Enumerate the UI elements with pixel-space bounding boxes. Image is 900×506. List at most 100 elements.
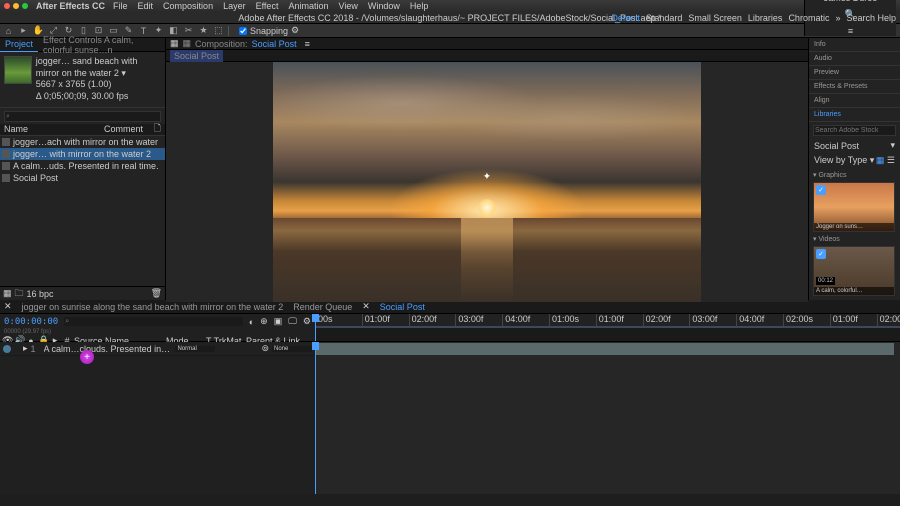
tl-icon[interactable]: ⊕ [260, 316, 268, 327]
snapping-toggle[interactable]: Snapping ⚙ [239, 25, 299, 36]
project-bin[interactable]: jogger…ach with mirror on the water jogg… [0, 136, 165, 286]
tl-icon[interactable]: ▣ [274, 316, 283, 327]
asset-thumbnail[interactable] [4, 56, 32, 84]
menu-view[interactable]: View [338, 1, 357, 11]
eraser-tool[interactable]: ✂ [183, 25, 194, 36]
selection-tool[interactable]: ▸ [18, 25, 29, 36]
interpret-icon[interactable]: ▦ [3, 288, 12, 299]
layer-visibility-icon[interactable] [3, 345, 11, 353]
ws-standard[interactable]: Standard [646, 13, 683, 23]
bin-item[interactable]: A calm…uds. Presented in real time. [0, 160, 165, 172]
panel-info[interactable]: Info [809, 38, 900, 52]
timeline-search[interactable] [64, 317, 243, 326]
bin-item[interactable]: Social Post [0, 172, 165, 184]
ws-chromatic[interactable]: Chromatic [788, 13, 829, 23]
trash-icon[interactable]: 🗑 [151, 288, 162, 299]
menu-icon[interactable]: ≡ [848, 26, 853, 36]
asset-name: jogger… sand beach with mirror on the wa… [36, 56, 161, 79]
ws-default[interactable]: Default [611, 13, 640, 23]
menu-effect[interactable]: Effect [256, 1, 279, 11]
ws-libraries[interactable]: Libraries [748, 13, 783, 23]
group-graphics[interactable]: ▾ Graphics [813, 170, 896, 180]
work-area[interactable] [315, 326, 900, 328]
layer-clip[interactable] [315, 343, 894, 355]
window-traffic-lights[interactable] [4, 3, 28, 9]
tl-icon[interactable]: 🖵 [288, 316, 297, 327]
tl-tab-icon[interactable]: ✕ [4, 301, 12, 312]
tab-project[interactable]: Project [0, 37, 38, 52]
thumb-caption: Jogger on suns… [814, 223, 894, 231]
anchor-point-icon[interactable]: ✦ [483, 172, 491, 183]
comp-tab[interactable]: Social Post [252, 39, 297, 49]
layer-row[interactable]: ▸ 1 A calm…clouds. Presented in real tim… [0, 342, 315, 356]
library-select[interactable]: Social Post▾ [809, 138, 900, 153]
footage-icon [2, 150, 10, 158]
puppet-tool[interactable]: ⬚ [213, 25, 224, 36]
licensed-badge-icon: ✓ [816, 249, 826, 259]
bin-item[interactable]: jogger… with mirror on the water 2 [0, 148, 165, 160]
menu-layer[interactable]: Layer [223, 1, 246, 11]
layer-mode[interactable]: Normal [175, 346, 215, 352]
grid-view-icon[interactable]: ▦ [876, 155, 885, 165]
menu-composition[interactable]: Composition [163, 1, 213, 11]
footage-icon [2, 138, 10, 146]
project-panel: Project Effect Controls A calm, colorful… [0, 38, 166, 300]
group-videos[interactable]: ▾ Videos [813, 234, 896, 244]
ws-more-icon[interactable]: » [835, 13, 840, 23]
panel-preview[interactable]: Preview [809, 66, 900, 80]
cursor-add-indicator: + [80, 350, 94, 364]
right-panels: Info Audio Preview Effects & Presets Ali… [808, 38, 900, 300]
library-thumb[interactable]: ✓ Jogger on suns… [813, 182, 895, 232]
ws-small[interactable]: Small Screen [688, 13, 742, 23]
tl-icon[interactable]: ◐ [249, 317, 254, 327]
col-comment[interactable]: Comment [100, 124, 147, 134]
clone-tool[interactable]: ◧ [168, 25, 179, 36]
menu-file[interactable]: File [113, 1, 128, 11]
parent-pick-icon[interactable]: ⊚ [261, 343, 269, 354]
snap-opts-icon[interactable]: ⚙ [291, 25, 299, 36]
tl-icon[interactable]: ⚙ [303, 316, 311, 327]
home-icon[interactable]: ⌂ [3, 25, 14, 36]
panel-audio[interactable]: Audio [809, 52, 900, 66]
chevron-down-icon: ▾ [890, 140, 895, 151]
panel-menu-icon[interactable]: ≡ [305, 39, 310, 49]
menu-edit[interactable]: Edit [138, 1, 154, 11]
timeline-tracks[interactable] [315, 342, 900, 494]
bpc-toggle[interactable]: 16 bpc [27, 289, 54, 299]
libraries-search[interactable] [813, 125, 896, 136]
list-view-icon[interactable]: ☰ [887, 155, 895, 165]
panel-libraries[interactable]: Libraries [809, 108, 900, 122]
library-thumb[interactable]: ✓ 00:12 A calm, colorful… [813, 246, 895, 296]
bin-item[interactable]: jogger…ach with mirror on the water [0, 136, 165, 148]
search-help[interactable]: Search Help [846, 13, 896, 23]
app-menu[interactable]: File Edit Composition Layer Effect Anima… [113, 1, 428, 11]
timeline-ruler-area[interactable]: 00s 01:00f 02:00f 03:00f 04:00f 01:00s 0… [315, 314, 900, 341]
asset-duration: Δ 0;05;00;09, 30.00 fps [36, 91, 161, 103]
roto-tool[interactable]: ★ [198, 25, 209, 36]
playhead[interactable] [315, 342, 316, 494]
tl-tab-icon2[interactable]: ✕ [362, 301, 370, 312]
comp-frame: ✦ [273, 62, 701, 302]
timecode[interactable]: 0:00:00:00 [4, 317, 58, 327]
composition-viewer[interactable]: ✦ [166, 62, 808, 302]
snapping-checkbox[interactable] [239, 27, 247, 35]
tl-tab-render[interactable]: Render Queue [293, 302, 352, 312]
project-search[interactable] [4, 111, 161, 122]
col-name[interactable]: Name [0, 124, 100, 134]
view-by-select[interactable]: View by Type ▾ ▦ ☰ [809, 153, 900, 168]
tl-tab-active[interactable]: Social Post [380, 302, 425, 312]
layer-name[interactable]: A calm…clouds. Presented in real time. [44, 344, 173, 354]
menu-window[interactable]: Window [368, 1, 400, 11]
layer-parent[interactable]: None [272, 346, 312, 352]
comp-breadcrumb[interactable]: Social Post [170, 50, 223, 62]
playhead[interactable] [315, 314, 316, 341]
menu-help[interactable]: Help [410, 1, 429, 11]
tl-tab-comp1[interactable]: jogger on sunrise along the sand beach w… [22, 302, 284, 312]
layer-panel-icon[interactable]: ▦ [170, 38, 179, 49]
document-titlebar: Adobe After Effects CC 2018 - /Volumes/s… [0, 12, 900, 24]
layer-list[interactable]: ▸ 1 A calm…clouds. Presented in real tim… [0, 342, 315, 494]
workspace-switcher[interactable]: Default Standard Small Screen Libraries … [611, 13, 896, 23]
panel-effects[interactable]: Effects & Presets [809, 80, 900, 94]
panel-align[interactable]: Align [809, 94, 900, 108]
menu-animation[interactable]: Animation [288, 1, 328, 11]
